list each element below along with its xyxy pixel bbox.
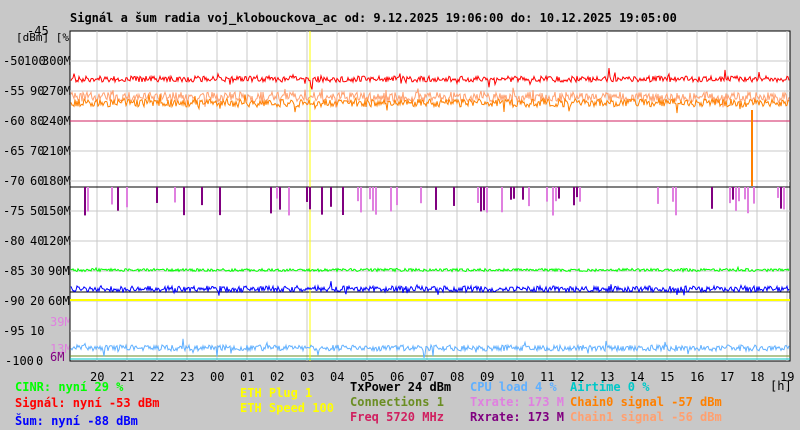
legend-eth-speed: ETH Speed 100 [240, 401, 334, 415]
legend-signal: Signál: nyní -53 dBm [15, 396, 160, 410]
legend-airtime: Airtime 0 % [570, 380, 650, 394]
legend-connections: Connections 1 [350, 395, 444, 409]
legend-noise: Šum: nyní -88 dBm [15, 414, 138, 428]
plot-area [69, 30, 791, 362]
legend-cinr: CINR: nyní 29 % [15, 380, 124, 394]
legend-cpu: CPU load 4 % [470, 380, 557, 394]
legend-freq: Freq 5720 MHz [350, 410, 444, 424]
legend-chain1: Chain1 signal -56 dBm [570, 410, 722, 424]
legend-eth-plug: ETH Plug 1 [240, 386, 313, 400]
legend-txpower: TxPower 24 dBm [350, 380, 452, 394]
signal-noise-chart: Signál a šum radia voj_klobouckova_ac od… [0, 0, 800, 430]
legend-rxrate: Rxrate: 173 M [470, 410, 564, 424]
legend-chain0: Chain0 signal -57 dBm [570, 395, 722, 409]
legend-txrate: Txrate: 173 M [470, 395, 564, 409]
